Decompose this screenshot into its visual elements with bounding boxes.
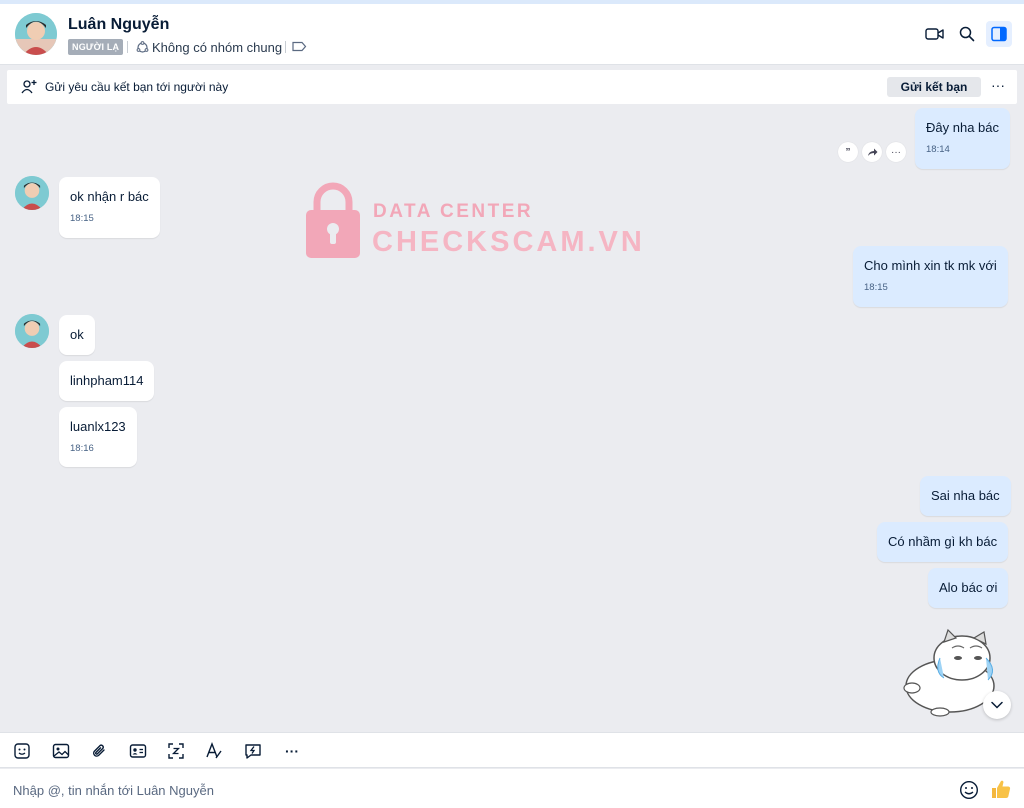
message-bubble-incoming[interactable]: ok nhận r bác 18:15 [59, 177, 160, 238]
contact-avatar[interactable] [15, 13, 57, 55]
message-time: 18:16 [70, 443, 94, 454]
screenshot-button[interactable] [166, 741, 186, 761]
send-friend-request-button[interactable]: Gửi kết bạn [887, 77, 981, 97]
thumbs-up-icon[interactable] [990, 778, 1012, 800]
message-time: 18:15 [70, 213, 94, 224]
forward-icon[interactable] [862, 142, 882, 162]
image-icon [52, 743, 70, 759]
message-hover-actions: ” ··· [838, 142, 906, 162]
message-text: Sai nha bác [931, 488, 1000, 503]
search-button[interactable] [954, 21, 980, 47]
video-camera-icon [925, 28, 944, 40]
lightning-bubble-icon [245, 744, 261, 759]
header-actions [922, 21, 1012, 47]
chevron-down-icon [991, 701, 1003, 709]
message-bubble-outgoing[interactable]: Đây nha bác 18:14 [915, 108, 1010, 169]
message-bubble-outgoing[interactable]: Có nhầm gì kh bác [877, 522, 1009, 562]
search-icon [959, 26, 975, 42]
watermark: DATA CENTER CHECKSCAM.VN [304, 182, 644, 262]
image-button[interactable] [51, 741, 71, 761]
lock-icon [306, 182, 360, 258]
message-bubble-outgoing[interactable]: Alo bác ơi [928, 568, 1009, 608]
message-composer: Nhập @, tin nhắn tới Luân Nguyễn [0, 769, 1024, 808]
more-actions-icon[interactable]: ··· [886, 142, 906, 162]
toggle-sidebar-button[interactable] [986, 21, 1012, 47]
message-time: 18:14 [926, 144, 950, 155]
scroll-to-bottom-button[interactable] [983, 691, 1011, 719]
sidebar-panel-icon [991, 26, 1007, 42]
message-text: Cho mình xin tk mk với [864, 258, 997, 273]
message-bubble-incoming[interactable]: ok [59, 315, 95, 355]
message-bubble-outgoing[interactable]: Sai nha bác [920, 476, 1011, 516]
message-text: Alo bác ơi [939, 580, 998, 595]
contact-card-button[interactable] [128, 741, 148, 761]
watermark-line-2: CHECKSCAM.VN [372, 226, 645, 258]
message-bubble-incoming[interactable]: luanlx123 18:16 [59, 407, 137, 467]
message-text: Có nhầm gì kh bác [888, 534, 998, 549]
more-options-button[interactable]: ··· [991, 77, 1005, 93]
common-groups-label: Không có nhóm chung [152, 39, 283, 55]
message-time: 18:15 [864, 282, 888, 293]
message-text: Đây nha bác [926, 120, 999, 135]
more-tools-button[interactable]: ··· [282, 741, 302, 761]
text-format-button[interactable] [204, 741, 224, 761]
message-text: ok [70, 327, 84, 342]
friend-request-text: Gửi yêu cầu kết bạn tới người này [45, 80, 229, 94]
text-format-icon [206, 742, 222, 759]
contact-avatar-small[interactable] [15, 314, 49, 348]
message-text: linhpham114 [70, 373, 144, 388]
divider [285, 41, 286, 53]
attach-file-button[interactable] [89, 741, 109, 761]
message-bubble-incoming[interactable]: linhpham114 [59, 361, 155, 401]
contact-avatar-small[interactable] [15, 176, 49, 210]
tag-icon[interactable] [292, 41, 307, 52]
screenshot-icon [168, 743, 184, 759]
emoji-icon[interactable] [959, 780, 979, 800]
paperclip-icon [93, 744, 105, 757]
sticker-button[interactable] [12, 741, 32, 761]
composer-toolbar: ··· [0, 732, 1024, 768]
friend-request-bar: Gửi yêu cầu kết bạn tới người này Gửi kế… [7, 70, 1017, 104]
quick-message-button[interactable] [243, 741, 263, 761]
group-ring-icon [136, 40, 149, 53]
video-call-button[interactable] [922, 21, 948, 47]
stranger-badge: NGƯỜI LẠ [68, 39, 124, 55]
divider [127, 41, 128, 53]
contact-card-icon [129, 744, 147, 758]
message-bubble-outgoing[interactable]: Cho mình xin tk mk với 18:15 [853, 246, 1008, 307]
add-friend-icon [21, 80, 37, 94]
sticker-icon [14, 743, 30, 759]
message-input[interactable]: Nhập @, tin nhắn tới Luân Nguyễn [13, 783, 214, 798]
watermark-line-1: DATA CENTER [373, 201, 534, 222]
common-groups-info[interactable]: Không có nhóm chung [136, 39, 282, 55]
message-text: luanlx123 [70, 419, 126, 434]
chat-header: Luân Nguyễn NGƯỜI LẠ Không có nhóm chung [0, 4, 1024, 65]
message-text: ok nhận r bác [70, 189, 149, 204]
contact-name[interactable]: Luân Nguyễn [68, 16, 169, 34]
quote-icon[interactable]: ” [838, 142, 858, 162]
